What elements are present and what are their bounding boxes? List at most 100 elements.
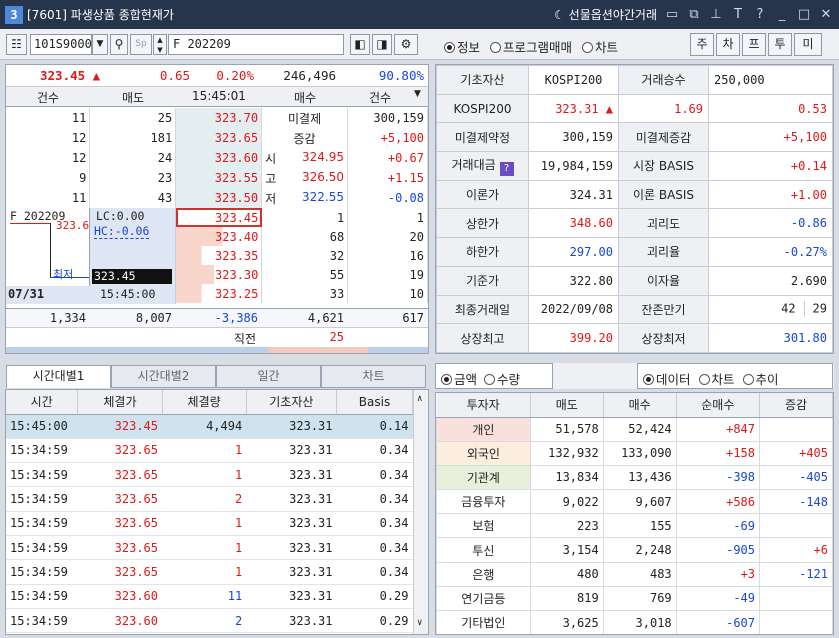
table-row[interactable]: 15:34:59 323.65 1 323.31 0.34 [6,462,413,488]
bid-row[interactable]: 323.25 33 10 [176,284,428,303]
bid-row[interactable]: 323.35 32 16 [176,246,428,265]
night-trading-menu[interactable]: ☾ 선물옵션야간거래 [554,6,657,23]
radio-amount[interactable]: 금액 [441,372,477,387]
close-icon[interactable]: ✕ [819,7,833,22]
ask-row[interactable]: 11 43 323.50 저 322.55 -0.08 [6,188,428,208]
table-row[interactable]: 15:34:59 323.60 11 323.31 0.29 [6,584,413,609]
mini-chart-canvas: F 202209 323.6 최저 [6,208,90,286]
window-copy-icon[interactable]: ⧉ [687,7,701,22]
info-value-1: 19,984,159 [528,151,619,181]
investor-row[interactable]: 외국인 132,932 133,090 +158 +405 [436,440,833,466]
ask-qty: 23 [89,168,177,188]
info-value-2: +1.00 [708,179,833,210]
prev-value: 25 [329,330,344,344]
investor-row[interactable]: 기타법인 3,625 3,018 -607 [436,609,833,634]
tab-chart[interactable]: 차트 [321,365,426,388]
search-button[interactable]: ⚲ [110,34,128,55]
investor-row[interactable]: 보험 223 155 -69 [436,513,833,539]
layout-2-button[interactable]: ◨ [372,34,392,55]
minimize-icon[interactable]: _ [775,7,789,22]
layout-icon[interactable]: ▭ [665,7,679,22]
investor-row[interactable]: 투신 3,154 2,248 -905 +6 [436,537,833,563]
radio-quantity[interactable]: 수량 [484,372,520,387]
ask-row[interactable]: 12 181 323.65 증감 +5,100 [6,128,428,148]
bid-row[interactable]: 323.45 1 1 [176,208,428,227]
investor-row[interactable]: 연기금등 819 769 -49 [436,585,833,612]
investor-sell: 3,154 [529,537,604,563]
col-underlying: 기초자산 [246,390,338,415]
bid-price[interactable]: 323.35 [176,246,263,265]
trade-price: 323.60 [77,608,163,634]
code-list-button[interactable]: ☷ [6,34,27,55]
investor-change: +405 [759,440,833,466]
code-stepper[interactable]: ▲ ▼ [153,34,167,55]
settings-button[interactable]: ⚙ [394,34,418,55]
radio-inv-chart[interactable]: 차트 [698,372,735,387]
table-row[interactable]: 15:34:59 323.65 1 323.31 0.34 [6,511,413,536]
ask-price[interactable]: 323.70 [175,108,263,128]
trades-scrollbar[interactable]: ∧ ∨ [413,390,428,634]
ask-row[interactable]: 12 24 323.60 시 324.95 +0.67 [6,148,428,168]
bid-qty: 68 [261,227,349,246]
bid-row[interactable]: 323.30 55 19 [176,265,428,284]
info-label-2: 이론 BASIS [618,179,709,210]
code-input[interactable]: 101S9000 [30,34,92,55]
open-interest-button[interactable]: 미 [794,33,822,56]
table-row[interactable]: 15:34:59 323.65 1 323.31 0.34 [6,438,413,464]
investor-row[interactable]: 개인 51,578 52,424 +847 [436,416,833,442]
table-row[interactable]: 15:34:59 323.65 1 323.31 0.34 [6,559,413,585]
info-row: 미결제약정 300,159 미결제증감 +5,100 [436,122,833,153]
bid-price[interactable]: 323.25 [176,284,263,303]
table-row[interactable]: 15:34:59 323.60 2 323.31 0.29 [6,608,413,634]
help-icon[interactable]: ? [499,161,514,176]
ask-info-value: 324.95 [302,149,345,164]
spread-button[interactable]: Sp [130,34,152,55]
info-label-1: 거래대금 ? [436,151,529,181]
ask-price[interactable]: 323.60 [175,148,263,168]
ask-price[interactable]: 323.55 [175,168,263,188]
col-volume: 체결량 [162,390,247,415]
tab-time2[interactable]: 시간대별2 [111,365,216,388]
radio-chart[interactable]: 차트 [582,40,618,55]
trade-underlying: 323.31 [246,584,337,609]
maximize-icon[interactable]: □ [797,7,811,22]
chart-button[interactable]: 차 [716,33,740,56]
program-button[interactable]: 프 [742,33,766,56]
investor-row[interactable]: 은행 480 483 +3 -121 [436,561,833,587]
bid-row[interactable]: 323.40 68 20 [176,227,428,246]
table-row[interactable]: 15:34:59 323.65 2 323.31 0.34 [6,486,413,512]
info-label-1: 상한가 [436,208,529,239]
scroll-up-icon[interactable]: ∧ [417,394,422,404]
header-dropdown[interactable]: ▼ [414,89,421,99]
radio-program[interactable]: 프로그램매매 [490,40,572,55]
bid-price[interactable]: 323.45 [176,208,263,227]
table-row[interactable]: 15:45:00 323.45 4,494 323.31 0.14 [6,414,413,439]
radio-info[interactable]: 정보 [444,40,480,55]
stock-button[interactable]: 주 [690,33,714,56]
ask-row[interactable]: 11 25 323.70 미결제 300,159 [6,108,428,128]
tab-time1[interactable]: 시간대별1 [6,365,111,388]
investor-row[interactable]: 기관계 13,834 13,436 -398 -405 [436,464,833,491]
ask-price[interactable]: 323.65 [175,128,263,148]
ask-info-right: +0.67 [347,148,428,168]
info-panel: 기초자산 KOSPI200 거래승수 250,000 KOSPI200 323.… [435,64,834,354]
radio-trend[interactable]: 추이 [742,372,779,387]
layout-1-button[interactable]: ◧ [350,34,370,55]
font-size-icon[interactable]: T [731,7,745,22]
tab-daily[interactable]: 일간 [216,365,321,388]
investor-sell: 13,834 [529,464,604,491]
info-label-2: 시장 BASIS [618,151,709,181]
ask-price[interactable]: 323.50 [175,188,263,208]
bid-price[interactable]: 323.30 [176,265,263,284]
pin-icon[interactable]: ⊥ [709,7,723,22]
table-row[interactable]: 15:34:59 323.65 1 323.31 0.34 [6,535,413,561]
bid-price[interactable]: 323.40 [176,227,263,246]
investor-name: 연기금등 [436,585,531,612]
investor-row[interactable]: 금융투자 9,022 9,607 +586 -148 [436,489,833,515]
code-dropdown[interactable]: ▼ [92,34,108,55]
radio-data[interactable]: 데이터 [643,372,691,387]
investor-button[interactable]: 투 [768,33,792,56]
ask-row[interactable]: 9 23 323.55 고 326.50 +1.15 [6,168,428,188]
scroll-down-icon[interactable]: ∨ [417,618,422,628]
help-icon[interactable]: ? [753,7,767,22]
